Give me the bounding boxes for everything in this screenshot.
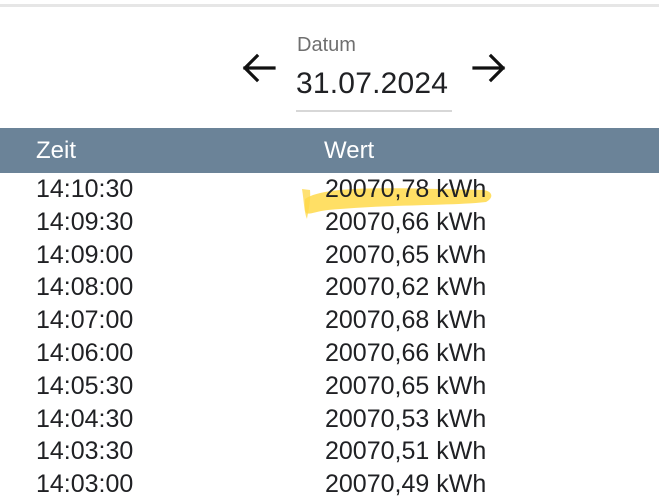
value-cell: 20070,51 kWh — [325, 437, 487, 466]
table-row[interactable]: 14:04:30 20070,53 kWh — [0, 403, 659, 436]
value-cell: 20070,78 kWh — [325, 175, 487, 203]
value-cell: 20070,53 kWh — [325, 404, 487, 433]
time-cell: 14:03:30 — [36, 437, 134, 466]
table-row[interactable]: 14:09:00 20070,65 kWh — [0, 239, 659, 272]
column-header-time[interactable]: Zeit — [36, 136, 76, 166]
next-date-button[interactable] — [470, 49, 508, 87]
table-row[interactable]: 14:05:30 20070,65 kWh — [0, 370, 659, 403]
date-value[interactable]: 31.07.2024 — [296, 65, 448, 103]
table-row[interactable]: 14:10:30 20070,78 kWh — [0, 173, 659, 206]
time-cell: 14:08:00 — [36, 273, 134, 302]
date-label: Datum — [297, 34, 356, 56]
time-cell: 14:09:00 — [36, 240, 134, 269]
value-cell: 20070,65 kWh — [325, 371, 487, 400]
table-row[interactable]: 14:03:30 20070,51 kWh — [0, 435, 659, 468]
table-row[interactable]: 14:07:00 20070,68 kWh — [0, 304, 659, 337]
column-header-value[interactable]: Wert — [324, 136, 374, 166]
date-field[interactable]: Datum 31.07.2024 — [296, 30, 452, 112]
value-cell: 20070,65 kWh — [325, 240, 487, 269]
readings-table: Zeit Wert 14:10:30 20070,78 kWh 14:09:30… — [0, 128, 659, 500]
arrow-left-icon — [242, 53, 276, 83]
time-cell: 14:09:30 — [36, 207, 134, 236]
value-cell: 20070,68 kWh — [325, 306, 487, 335]
table-header: Zeit Wert — [0, 128, 659, 173]
value-cell: 20070,62 kWh — [325, 273, 487, 302]
table-body: 14:10:30 20070,78 kWh 14:09:30 20070,66 … — [0, 173, 659, 500]
time-cell: 14:03:00 — [36, 470, 134, 499]
date-field-underline — [296, 110, 452, 112]
time-cell: 14:07:00 — [36, 306, 134, 335]
table-row[interactable]: 14:08:00 20070,62 kWh — [0, 271, 659, 304]
value-cell: 20070,66 kWh — [325, 338, 487, 367]
table-row[interactable]: 14:09:30 20070,66 kWh — [0, 206, 659, 239]
time-cell: 14:04:30 — [36, 404, 134, 433]
time-cell: 14:06:00 — [36, 338, 134, 367]
previous-date-button[interactable] — [240, 49, 278, 87]
energy-log-screen: Datum 31.07.2024 Zeit Wert 14:10:30 2007… — [0, 0, 659, 500]
time-cell: 14:10:30 — [36, 175, 134, 203]
value-cell: 20070,66 kWh — [325, 207, 487, 236]
table-row[interactable]: 14:03:00 20070,49 kWh — [0, 468, 659, 500]
time-cell: 14:05:30 — [36, 371, 134, 400]
arrow-right-icon — [472, 53, 506, 83]
date-navigation: Datum 31.07.2024 — [0, 0, 659, 128]
table-row[interactable]: 14:06:00 20070,66 kWh — [0, 337, 659, 370]
value-cell: 20070,49 kWh — [325, 470, 487, 499]
